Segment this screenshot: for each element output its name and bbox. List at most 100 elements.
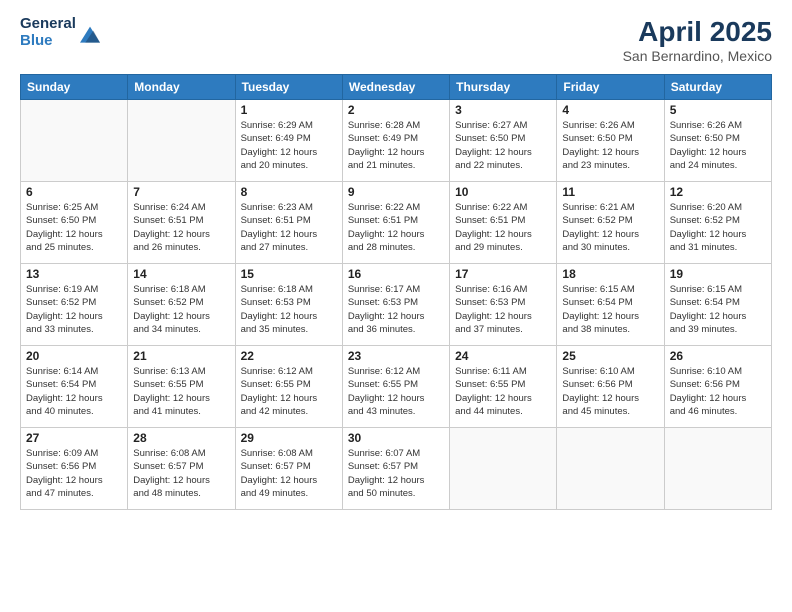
week-row-3: 20Sunrise: 6:14 AM Sunset: 6:54 PM Dayli…: [21, 346, 772, 428]
day-number: 15: [241, 267, 337, 281]
calendar-cell: [450, 428, 557, 510]
day-number: 7: [133, 185, 229, 199]
day-number: 21: [133, 349, 229, 363]
weekday-header-saturday: Saturday: [664, 75, 771, 100]
calendar-cell: 15 Sunrise: 6:18 AM Sunset: 6:53 PM Dayli…: [235, 264, 342, 346]
day-info: Sunrise: 6:15 AM Sunset: 6:54 PM Dayligh…: [670, 283, 766, 336]
calendar-cell: 13Sunrise: 6:19 AM Sunset: 6:52 PM Dayli…: [21, 264, 128, 346]
day-number: 27: [26, 431, 122, 445]
calendar-cell: 5 Sunrise: 6:26 AM Sunset: 6:50 PM Daylig…: [664, 100, 771, 182]
calendar-cell: 18Sunrise: 6:15 AM Sunset: 6:54 PM Dayli…: [557, 264, 664, 346]
week-row-4: 27Sunrise: 6:09 AM Sunset: 6:56 PM Dayli…: [21, 428, 772, 510]
weekday-header-row: SundayMondayTuesdayWednesdayThursdayFrid…: [21, 75, 772, 100]
calendar-cell: [557, 428, 664, 510]
day-info: Sunrise: 6:12 AM Sunset: 6:55 PM Dayligh…: [241, 365, 337, 418]
calendar-cell: 6 Sunrise: 6:25 AM Sunset: 6:50 PM Daylig…: [21, 182, 128, 264]
calendar-cell: 10Sunrise: 6:22 AM Sunset: 6:51 PM Dayli…: [450, 182, 557, 264]
day-number: 13: [26, 267, 122, 281]
day-number: 28: [133, 431, 229, 445]
day-info: Sunrise: 6:21 AM Sunset: 6:52 PM Dayligh…: [562, 201, 658, 254]
day-number: 22: [241, 349, 337, 363]
day-number: 30: [348, 431, 444, 445]
day-info: Sunrise: 6:26 AM Sunset: 6:50 PM Dayligh…: [562, 119, 658, 172]
day-info: Sunrise: 6:22 AM Sunset: 6:51 PM Dayligh…: [455, 201, 551, 254]
page: General Blue April 2025 San Bernardino, …: [0, 0, 792, 612]
calendar-cell: 21 Sunrise: 6:13 AM Sunset: 6:55 PM Dayli…: [128, 346, 235, 428]
calendar-cell: 19 Sunrise: 6:15 AM Sunset: 6:54 PM Dayli…: [664, 264, 771, 346]
day-number: 3: [455, 103, 551, 117]
day-info: Sunrise: 6:08 AM Sunset: 6:57 PM Dayligh…: [133, 447, 229, 500]
logo: General Blue: [20, 16, 100, 49]
day-number: 5: [670, 103, 766, 117]
day-number: 17: [455, 267, 551, 281]
logo-icon: [80, 24, 100, 44]
day-number: 25: [562, 349, 658, 363]
day-number: 19: [670, 267, 766, 281]
day-info: Sunrise: 6:29 AM Sunset: 6:49 PM Dayligh…: [241, 119, 337, 172]
day-info: Sunrise: 6:28 AM Sunset: 6:49 PM Dayligh…: [348, 119, 444, 172]
day-number: 14: [133, 267, 229, 281]
calendar-cell: [664, 428, 771, 510]
day-info: Sunrise: 6:10 AM Sunset: 6:56 PM Dayligh…: [670, 365, 766, 418]
weekday-header-monday: Monday: [128, 75, 235, 100]
day-info: Sunrise: 6:20 AM Sunset: 6:52 PM Dayligh…: [670, 201, 766, 254]
calendar-cell: 17 Sunrise: 6:16 AM Sunset: 6:53 PM Dayli…: [450, 264, 557, 346]
calendar-cell: 29 Sunrise: 6:08 AM Sunset: 6:57 PM Dayli…: [235, 428, 342, 510]
calendar-cell: 20Sunrise: 6:14 AM Sunset: 6:54 PM Dayli…: [21, 346, 128, 428]
weekday-header-wednesday: Wednesday: [342, 75, 449, 100]
calendar-cell: 25 Sunrise: 6:10 AM Sunset: 6:56 PM Dayli…: [557, 346, 664, 428]
day-number: 9: [348, 185, 444, 199]
week-row-1: 6 Sunrise: 6:25 AM Sunset: 6:50 PM Daylig…: [21, 182, 772, 264]
calendar-cell: 8 Sunrise: 6:23 AM Sunset: 6:51 PM Daylig…: [235, 182, 342, 264]
day-number: 12: [670, 185, 766, 199]
day-number: 16: [348, 267, 444, 281]
header: General Blue April 2025 San Bernardino, …: [20, 16, 772, 64]
day-info: Sunrise: 6:18 AM Sunset: 6:53 PM Dayligh…: [241, 283, 337, 336]
day-number: 8: [241, 185, 337, 199]
day-info: Sunrise: 6:11 AM Sunset: 6:55 PM Dayligh…: [455, 365, 551, 418]
day-info: Sunrise: 6:12 AM Sunset: 6:55 PM Dayligh…: [348, 365, 444, 418]
day-number: 11: [562, 185, 658, 199]
weekday-header-friday: Friday: [557, 75, 664, 100]
weekday-header-tuesday: Tuesday: [235, 75, 342, 100]
calendar-cell: 27Sunrise: 6:09 AM Sunset: 6:56 PM Dayli…: [21, 428, 128, 510]
day-info: Sunrise: 6:25 AM Sunset: 6:50 PM Dayligh…: [26, 201, 122, 254]
day-number: 6: [26, 185, 122, 199]
day-info: Sunrise: 6:27 AM Sunset: 6:50 PM Dayligh…: [455, 119, 551, 172]
calendar-cell: 14 Sunrise: 6:18 AM Sunset: 6:52 PM Dayli…: [128, 264, 235, 346]
day-info: Sunrise: 6:07 AM Sunset: 6:57 PM Dayligh…: [348, 447, 444, 500]
calendar-cell: 2 Sunrise: 6:28 AM Sunset: 6:49 PM Daylig…: [342, 100, 449, 182]
calendar-cell: 7Sunrise: 6:24 AM Sunset: 6:51 PM Daylig…: [128, 182, 235, 264]
day-number: 20: [26, 349, 122, 363]
day-info: Sunrise: 6:15 AM Sunset: 6:54 PM Dayligh…: [562, 283, 658, 336]
day-number: 2: [348, 103, 444, 117]
day-info: Sunrise: 6:08 AM Sunset: 6:57 PM Dayligh…: [241, 447, 337, 500]
day-info: Sunrise: 6:23 AM Sunset: 6:51 PM Dayligh…: [241, 201, 337, 254]
day-info: Sunrise: 6:26 AM Sunset: 6:50 PM Dayligh…: [670, 119, 766, 172]
day-info: Sunrise: 6:13 AM Sunset: 6:55 PM Dayligh…: [133, 365, 229, 418]
calendar-cell: 4 Sunrise: 6:26 AM Sunset: 6:50 PM Daylig…: [557, 100, 664, 182]
month-title: April 2025: [623, 16, 772, 48]
calendar-cell: 28 Sunrise: 6:08 AM Sunset: 6:57 PM Dayli…: [128, 428, 235, 510]
day-number: 4: [562, 103, 658, 117]
day-number: 24: [455, 349, 551, 363]
logo-general: General: [20, 16, 76, 33]
week-row-0: 1 Sunrise: 6:29 AM Sunset: 6:49 PM Daylig…: [21, 100, 772, 182]
day-info: Sunrise: 6:10 AM Sunset: 6:56 PM Dayligh…: [562, 365, 658, 418]
day-number: 29: [241, 431, 337, 445]
day-info: Sunrise: 6:16 AM Sunset: 6:53 PM Dayligh…: [455, 283, 551, 336]
calendar-cell: 30 Sunrise: 6:07 AM Sunset: 6:57 PM Dayli…: [342, 428, 449, 510]
calendar-cell: 16 Sunrise: 6:17 AM Sunset: 6:53 PM Dayli…: [342, 264, 449, 346]
day-info: Sunrise: 6:17 AM Sunset: 6:53 PM Dayligh…: [348, 283, 444, 336]
day-info: Sunrise: 6:18 AM Sunset: 6:52 PM Dayligh…: [133, 283, 229, 336]
calendar-cell: 26Sunrise: 6:10 AM Sunset: 6:56 PM Dayli…: [664, 346, 771, 428]
weekday-header-sunday: Sunday: [21, 75, 128, 100]
week-row-2: 13Sunrise: 6:19 AM Sunset: 6:52 PM Dayli…: [21, 264, 772, 346]
day-number: 1: [241, 103, 337, 117]
weekday-header-thursday: Thursday: [450, 75, 557, 100]
calendar-cell: 22 Sunrise: 6:12 AM Sunset: 6:55 PM Dayli…: [235, 346, 342, 428]
title-block: April 2025 San Bernardino, Mexico: [623, 16, 772, 64]
calendar-cell: 3 Sunrise: 6:27 AM Sunset: 6:50 PM Daylig…: [450, 100, 557, 182]
day-number: 23: [348, 349, 444, 363]
calendar-cell: 11 Sunrise: 6:21 AM Sunset: 6:52 PM Dayli…: [557, 182, 664, 264]
